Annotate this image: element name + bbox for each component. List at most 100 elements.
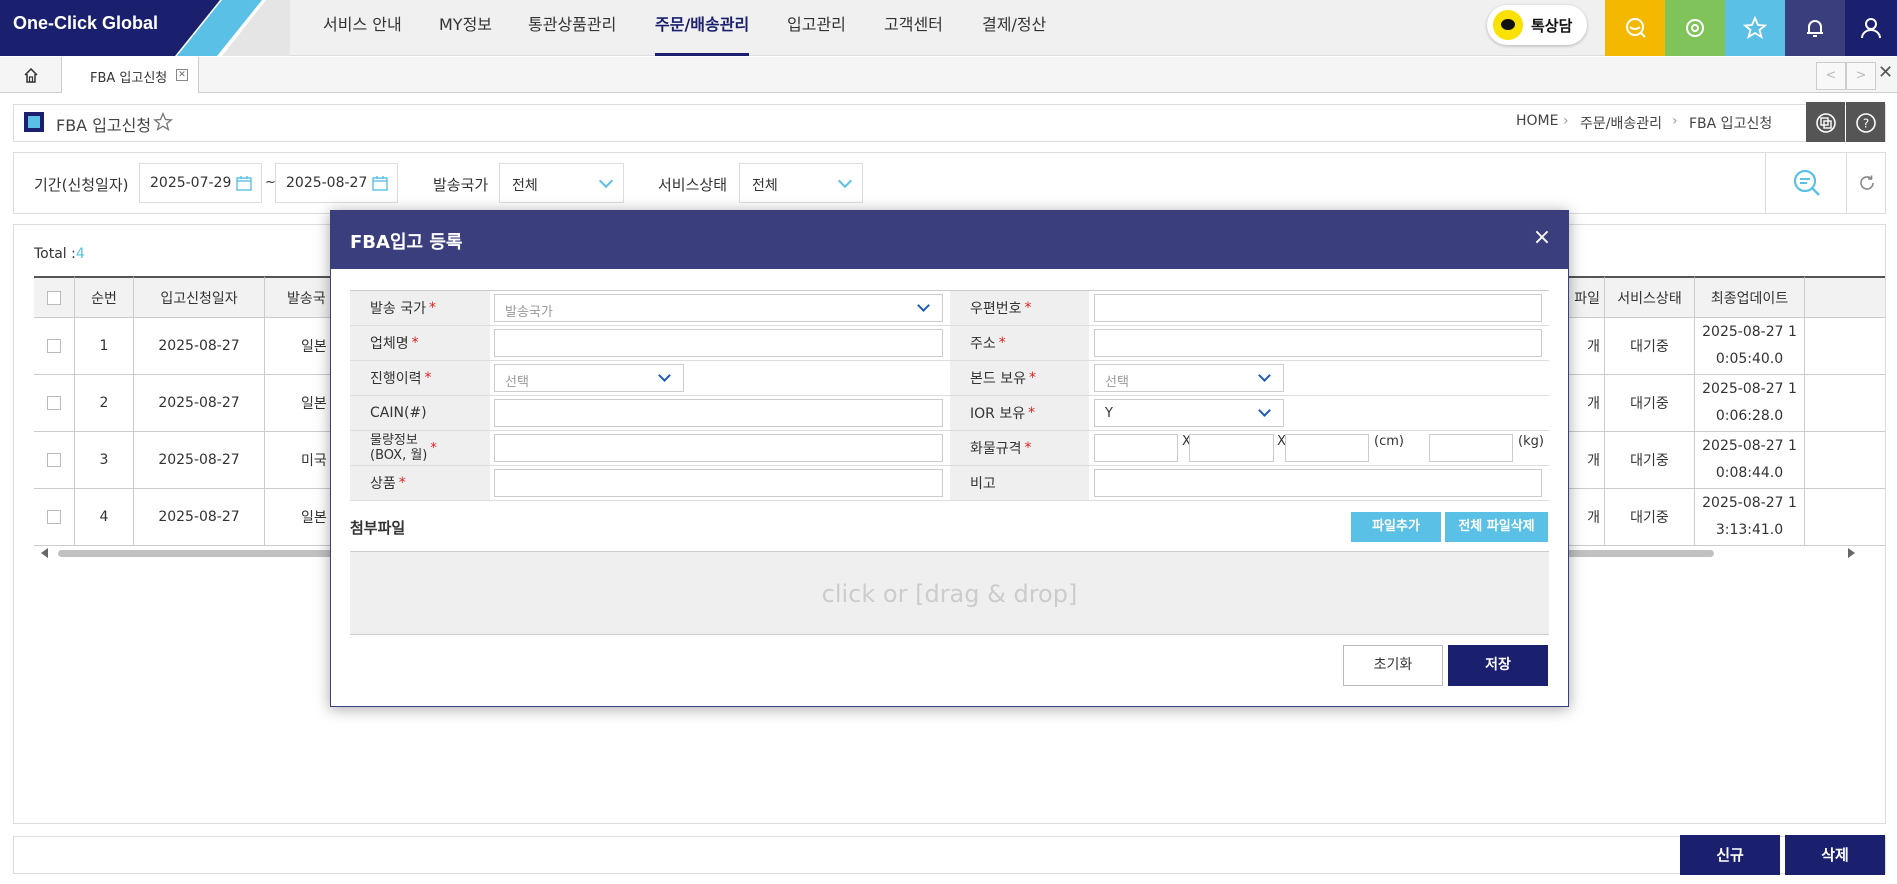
postcode-label: 우편번호 * [950, 291, 1089, 326]
cargo-unit-kg: (kg) [1518, 434, 1544, 449]
settings-icon [1686, 19, 1704, 37]
favorite-star-icon[interactable] [153, 112, 173, 132]
delete-button[interactable]: 삭제 [1785, 835, 1885, 875]
favorites-button[interactable] [1725, 0, 1785, 56]
cain-input[interactable] [494, 399, 943, 427]
row-updated-line2: 0:06:28.0 [1715, 408, 1784, 424]
chevron-down-icon [1258, 404, 1271, 417]
reset-button[interactable]: 초기화 [1343, 645, 1443, 686]
product-input[interactable] [494, 469, 943, 497]
nav-item-my-info[interactable]: MY정보 [439, 0, 492, 56]
row-checkbox[interactable] [47, 339, 61, 353]
postcode-input[interactable] [1094, 294, 1542, 322]
select-all-checkbox[interactable] [47, 290, 61, 305]
cargo-label: 화물규격 * [950, 431, 1089, 466]
header-status[interactable]: 서비스상태 [1605, 276, 1695, 318]
add-file-button[interactable]: 파일추가 [1351, 512, 1441, 542]
country-select[interactable]: 전체 [499, 163, 624, 203]
status-select-value: 전체 [752, 178, 778, 194]
close-all-tabs-icon[interactable]: ✕ [1878, 62, 1893, 83]
ior-select[interactable]: Y [1094, 399, 1284, 427]
memo-input[interactable] [1094, 469, 1542, 497]
date-to-input[interactable]: 2025-08-27 [275, 163, 398, 203]
kakao-label: 톡상담 [1531, 17, 1573, 35]
address-label-text: 주소 [970, 336, 996, 352]
refresh-button[interactable] [1846, 153, 1886, 213]
tab-fba-inbound[interactable]: FBA 입고신청 ✕ [62, 57, 199, 93]
logo-text: One-Click Global [13, 13, 159, 33]
history-label-text: 진행이력 [370, 371, 422, 387]
notifications-button[interactable] [1785, 0, 1845, 56]
row-updated-line1: 2025-08-27 1 [1702, 381, 1797, 397]
manual-button[interactable] [1806, 102, 1845, 142]
header-updated[interactable]: 최종업데이트 [1695, 276, 1805, 318]
nav-item-customs-products[interactable]: 통관상품관리 [528, 0, 616, 56]
cargo-length-input[interactable] [1094, 434, 1178, 462]
date-from-input[interactable]: 2025-07-29 [139, 163, 262, 203]
home-icon [24, 68, 38, 83]
nav-item-order-shipping[interactable]: 주문/배송관리 [655, 0, 750, 56]
row-country: 일본 [265, 489, 330, 546]
search-chat-button[interactable] [1605, 0, 1665, 56]
user-icon [1861, 18, 1881, 39]
history-select[interactable]: 선택 [494, 364, 684, 392]
scroll-left-arrow[interactable] [41, 548, 48, 558]
required-mark: * [424, 370, 432, 386]
bond-label: 본드 보유 * [950, 361, 1089, 396]
cargo-height-input[interactable] [1285, 434, 1369, 462]
bell-icon [1807, 20, 1823, 37]
row-updated: 2025-08-27 1 0:08:44.0 [1695, 432, 1805, 489]
dialog-close-icon[interactable]: × [1530, 226, 1554, 250]
row-checkbox[interactable] [47, 453, 61, 467]
postcode-label-text: 우편번호 [970, 301, 1022, 317]
calendar-icon[interactable] [372, 175, 388, 191]
new-button[interactable]: 신규 [1680, 835, 1780, 875]
weight-input[interactable] [494, 434, 943, 462]
company-label-text: 업체명 [370, 336, 409, 352]
scroll-right-arrow[interactable] [1848, 548, 1855, 558]
header-no[interactable]: 순번 [75, 276, 134, 318]
bond-select[interactable]: 선택 [1094, 364, 1284, 392]
file-dropzone[interactable]: click or [drag & drop] [350, 551, 1549, 635]
nav-item-payment[interactable]: 결제/정산 [982, 0, 1046, 56]
delete-all-files-button[interactable]: 전체 파일삭제 [1445, 512, 1548, 542]
search-chat-icon [1626, 18, 1646, 38]
row-status: 대기중 [1605, 432, 1695, 489]
chevron-down-icon [917, 299, 930, 312]
tab-prev-arrow[interactable]: < [1816, 62, 1846, 90]
calendar-icon[interactable] [236, 175, 252, 191]
cargo-width-input[interactable] [1189, 434, 1274, 462]
tab-next-arrow[interactable]: > [1846, 62, 1876, 90]
home-tab[interactable] [0, 57, 62, 93]
help-button[interactable]: ? [1846, 102, 1885, 142]
header-select-all[interactable] [34, 276, 75, 318]
total-value: 4 [75, 246, 85, 262]
nav-item-customer-center[interactable]: 고객센터 [884, 0, 943, 56]
header-country[interactable]: 발송국 [265, 276, 330, 318]
address-input[interactable] [1094, 329, 1542, 357]
cargo-weight-input[interactable] [1429, 434, 1513, 462]
country-field-select[interactable]: 발송국가 [494, 294, 943, 322]
required-mark: * [428, 300, 436, 316]
page-title: FBA 입고신청 [56, 116, 152, 135]
row-checkbox[interactable] [47, 510, 61, 524]
save-button[interactable]: 저장 [1448, 645, 1548, 686]
company-label: 업체명 * [350, 326, 490, 361]
header-file[interactable]: 파일 [1568, 276, 1605, 318]
row-updated-line1: 2025-08-27 1 [1702, 495, 1797, 511]
search-button[interactable] [1765, 153, 1845, 213]
header-date[interactable]: 입고신청일자 [134, 276, 265, 318]
user-button[interactable] [1845, 0, 1897, 56]
required-mark: * [1024, 300, 1032, 316]
status-select[interactable]: 전체 [739, 163, 863, 203]
kakao-talk-button[interactable]: 톡상담 [1487, 5, 1587, 45]
breadcrumb-order-shipping[interactable]: 주문/배송관리 [1580, 113, 1662, 133]
row-checkbox[interactable] [47, 396, 61, 410]
tab-close-icon[interactable]: ✕ [176, 69, 188, 81]
settings-button[interactable] [1665, 0, 1725, 56]
nav-item-service-info[interactable]: 서비스 안내 [323, 0, 402, 56]
nav-item-inbound[interactable]: 입고관리 [787, 0, 846, 56]
breadcrumb-home[interactable]: HOME [1516, 113, 1558, 129]
company-input[interactable] [494, 329, 943, 357]
ior-value: Y [1105, 406, 1113, 421]
